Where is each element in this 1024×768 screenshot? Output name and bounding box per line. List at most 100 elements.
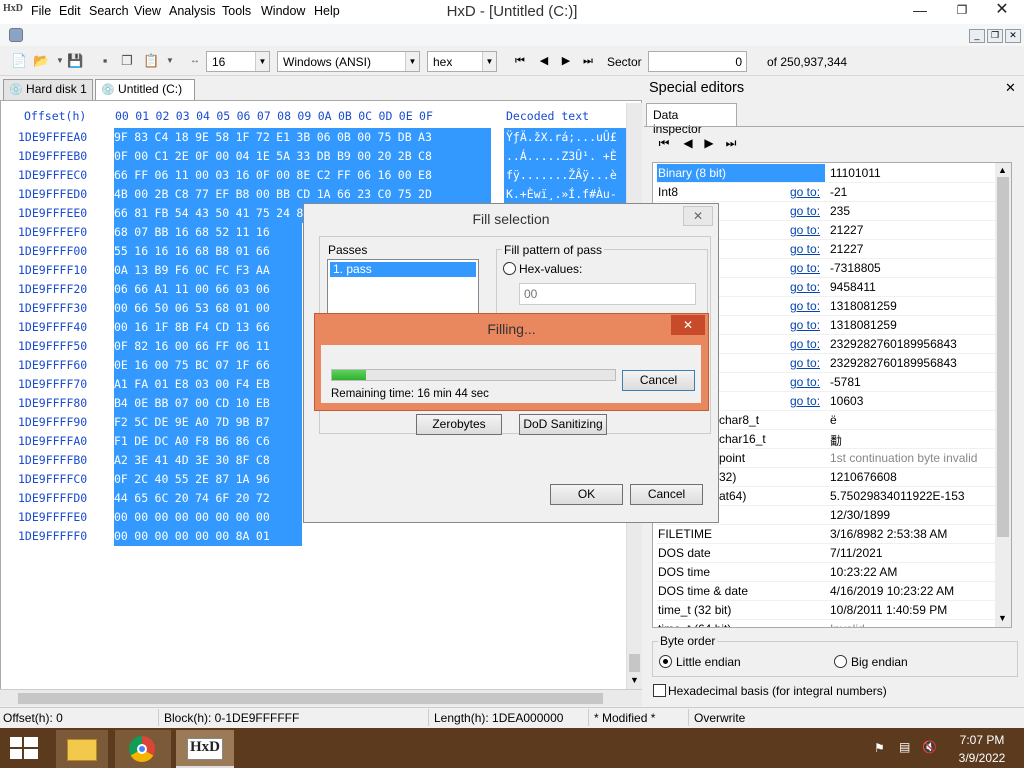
flag-icon[interactable]: ⚑ [874,741,885,755]
hex-bytes[interactable]: 0A 13 B9 F6 0C FC F3 AA [114,261,302,280]
restore-icon[interactable]: ❐ [944,0,980,22]
start-button[interactable] [10,737,38,761]
hex-bytes[interactable]: F1 DE DC A0 F8 B6 86 C6 [114,432,302,451]
chrome-button[interactable] [115,730,171,768]
goto-link[interactable]: go to: [790,280,820,294]
open-dropdown-icon[interactable]: ▼ [52,52,68,70]
menu-analysis[interactable]: Analysis [169,4,216,18]
hex-bytes[interactable]: 44 65 6C 20 74 6F 20 72 [114,489,302,508]
goto-link[interactable]: go to: [790,204,820,218]
menu-edit[interactable]: Edit [59,4,81,18]
hex-bytes[interactable]: B4 0E BB 07 00 CD 10 EB [114,394,302,413]
inspector-value[interactable]: 勫 [830,432,842,449]
paste-icon[interactable]: 📋 [143,52,159,70]
inspector-row[interactable]: time_t (32 bit) 10/8/2011 1:40:59 PM [657,601,997,620]
tab-data-inspector[interactable]: Data inspector [646,103,737,136]
prev-sector-icon[interactable]: ◀ [537,53,551,69]
hex-bytes[interactable]: A1 FA 01 E8 03 00 F4 EB [114,375,302,394]
goto-link[interactable]: go to: [790,356,820,370]
inspector-row[interactable]: DOS time & date 4/16/2019 10:23:22 AM [657,582,997,601]
scrollbar-thumb[interactable] [629,654,640,672]
ok-button[interactable]: OK [550,484,623,505]
menu-file[interactable]: File [31,4,51,18]
inspector-value[interactable]: 1st continuation byte invalid [830,451,977,465]
new-file-icon[interactable]: 📄 [11,52,27,70]
bytes-per-row-select[interactable]: 16 ▼ [206,51,270,72]
hex-bytes[interactable]: 4B 00 2B C8 77 EF B8 00 BB CD 1A 66 23 C… [114,185,491,204]
dod-sanitizing-button[interactable]: DoD Sanitizing [519,414,607,435]
menu-tools[interactable]: Tools [222,4,251,18]
network-icon[interactable]: ▤ [899,740,910,754]
decoded-text[interactable]: K.+Èwï¸.»Í.f#Àu- [506,187,626,201]
mdi-restore-icon[interactable]: ❐ [987,29,1003,43]
inspector-row[interactable]: Binary (8 bit) 11101011 [657,164,997,183]
goto-link[interactable]: go to: [790,223,820,237]
inspector-value[interactable]: 4/16/2019 10:23:22 AM [830,584,954,598]
first-icon[interactable]: ⏮ [657,135,671,151]
goto-link[interactable]: go to: [790,375,820,389]
inspector-row[interactable]: FILETIME 3/16/8982 2:53:38 AM [657,525,997,544]
hex-basis-checkbox[interactable] [653,684,666,697]
hex-horizontal-scrollbar[interactable] [0,689,642,706]
menu-window[interactable]: Window [261,4,305,18]
hex-bytes[interactable]: 55 16 16 16 68 B8 01 66 [114,242,302,261]
goto-link[interactable]: go to: [790,261,820,275]
hex-bytes[interactable]: 0F 00 C1 2E 0F 00 04 1E 5A 33 DB B9 00 2… [114,147,491,166]
panel-close-icon[interactable]: ✕ [1005,80,1016,96]
inspector-value[interactable]: 10:23:22 AM [830,565,897,579]
decoded-text[interactable]: ŸƒÄ.žX.rá;...uÛ£ [506,130,626,144]
hex-bytes[interactable]: 00 00 00 00 00 00 8A 01 [114,527,302,546]
inspector-value[interactable]: 2329282760189956843 [830,337,957,351]
first-sector-icon[interactable]: ⏮ [513,53,527,69]
inspector-value[interactable]: ë [830,413,837,427]
mdi-minimize-icon[interactable]: _ [969,29,985,43]
scroll-down-icon[interactable]: ▼ [630,675,639,685]
close-file-icon[interactable]: ▪ [97,52,113,70]
hex-bytes[interactable]: 66 FF 06 11 00 03 16 0F 00 8E C2 FF 06 1… [114,166,491,185]
display-mode-select[interactable]: hex ▼ [427,51,497,72]
hex-bytes[interactable]: F2 5C DE 9E A0 7D 9B B7 [114,413,302,432]
zerobytes-button[interactable]: Zerobytes [416,414,502,435]
inspector-value[interactable]: 9458411 [830,280,876,294]
inspector-value[interactable]: 1318081259 [830,299,897,313]
inspector-value[interactable]: 21227 [830,223,863,237]
hex-bytes[interactable]: 0E 16 00 75 BC 07 1F 66 [114,356,302,375]
save-icon[interactable]: 💾 [67,52,83,70]
big-endian-radio[interactable] [834,655,847,668]
menu-view[interactable]: View [134,4,161,18]
tab-untitled-c[interactable]: 💿 Untitled (C:) [95,79,195,100]
hex-bytes[interactable]: 00 16 1F 8B F4 CD 13 66 [114,318,302,337]
hex-bytes[interactable]: 9F 83 C4 18 9E 58 1F 72 E1 3B 06 0B 00 7… [114,128,491,147]
decoded-text[interactable]: fÿ.......ŽÂÿ...è [506,168,626,182]
last-icon[interactable]: ⏭ [724,135,738,151]
hex-values-input[interactable] [519,283,696,305]
passes-list[interactable]: 1. pass [327,259,479,317]
inspector-value[interactable]: -5781 [830,375,861,389]
minimize-icon[interactable]: — [900,0,940,22]
scrollbar-thumb[interactable] [18,693,603,704]
inspector-row[interactable]: DOS date 7/11/2021 [657,544,997,563]
goto-link[interactable]: go to: [790,318,820,332]
fill-dialog-close-icon[interactable]: ✕ [683,206,713,226]
little-endian-radio[interactable] [659,655,672,668]
scrollbar-thumb[interactable] [997,177,1009,537]
inspector-row[interactable]: time_t (64 bit) Invalid [657,620,997,627]
inspector-value[interactable]: 21227 [830,242,863,256]
prev-icon[interactable]: ◀ [681,135,695,151]
inspector-row[interactable]: Int8 go to: -21 [657,183,997,202]
goto-link[interactable]: go to: [790,394,820,408]
hex-bytes[interactable]: 06 66 A1 11 00 66 03 06 [114,280,302,299]
hex-bytes[interactable]: 00 00 00 00 00 00 00 00 [114,508,302,527]
volume-muted-icon[interactable]: 🔇 [922,740,937,754]
hex-bytes[interactable]: 00 66 50 06 53 68 01 00 [114,299,302,318]
inspector-value[interactable]: 11101011 [830,166,881,180]
tab-hard-disk-1[interactable]: 💿 Hard disk 1 [3,79,93,100]
inspector-value[interactable]: 5.75029834011922E-153 [830,489,965,503]
next-icon[interactable]: ▶ [702,135,716,151]
hex-bytes[interactable]: 0F 2C 40 55 2E 87 1A 96 [114,470,302,489]
copy-icon[interactable]: ❐ [119,52,135,70]
clock-date[interactable]: 3/9/2022 [952,751,1012,765]
cancel-button[interactable]: Cancel [630,484,703,505]
charset-select[interactable]: Windows (ANSI) ▼ [277,51,420,72]
inspector-value[interactable]: 10603 [830,394,863,408]
